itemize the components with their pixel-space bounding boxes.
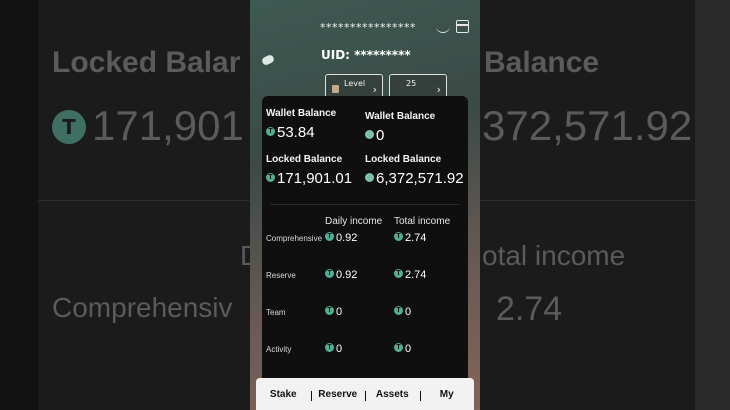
- backdrop-divider-left: [38, 200, 250, 201]
- wallet-balance-label: Wallet Balance: [266, 108, 337, 119]
- daily-income-header: Daily income: [325, 216, 383, 227]
- lock-icon: [332, 85, 339, 93]
- daily-income-reserve: T 0.92: [325, 268, 357, 281]
- screen: Locked Balar Balance T 171,901 372,571.9…: [0, 0, 730, 410]
- calendar-icon[interactable]: [456, 20, 469, 33]
- token-icon: [365, 172, 374, 182]
- row-label-activity: Activity: [266, 345, 292, 354]
- backdrop-locked-label-right: Balance: [484, 46, 600, 79]
- backdrop-total-value: 2.74: [496, 290, 563, 328]
- divider: [270, 204, 460, 205]
- daily-income-comprehensive: T 0.92: [325, 231, 357, 244]
- locked-balance-label: Locked Balance: [266, 154, 343, 165]
- usdt-icon: T: [266, 126, 275, 136]
- nav-stake[interactable]: Stake: [256, 389, 311, 400]
- daily-income-activity: T0: [325, 342, 342, 355]
- backdrop-locked-label-left: Locked Balar: [52, 46, 241, 79]
- locked-balance-label-2: Locked Balance: [365, 154, 442, 165]
- wallet-balance-other: 0: [365, 127, 384, 144]
- usdt-icon: T: [266, 172, 275, 182]
- row-label-comprehensive: Comprehensive: [266, 234, 323, 243]
- eye-closed-icon[interactable]: [436, 25, 450, 33]
- backdrop-total-fragment: otal income: [482, 240, 626, 271]
- level-label: Level: [344, 79, 366, 88]
- wallet-balance-usdt: T 53.84: [266, 124, 315, 141]
- days-label: 25: [406, 79, 417, 88]
- locked-balance-usdt: T 171,901.01: [266, 170, 352, 187]
- phone-screen: **************** UID: ********* Level › …: [250, 0, 480, 410]
- bottom-nav: Stake Reserve Assets My: [256, 378, 474, 410]
- total-income-comprehensive: T 2.74: [394, 231, 426, 244]
- row-label-team: Team: [266, 308, 286, 317]
- backdrop-divider-right: [480, 200, 695, 201]
- nav-assets[interactable]: Assets: [365, 389, 420, 401]
- daily-income-team: T0: [325, 305, 342, 318]
- chevron-right-icon: ›: [436, 83, 441, 96]
- chevron-right-icon: ›: [372, 83, 377, 96]
- avatar: [260, 53, 276, 67]
- nav-reserve[interactable]: Reserve: [310, 389, 366, 401]
- backdrop-value-right: 372,571.92: [482, 102, 693, 149]
- masked-account: ****************: [320, 21, 416, 34]
- backdrop-far-right: [695, 0, 730, 410]
- locked-balance-other: 6,372,571.92: [365, 170, 464, 187]
- total-income-team: T0: [394, 305, 411, 318]
- backdrop-coin-icon: T: [52, 110, 86, 144]
- token-icon: [365, 129, 374, 139]
- wallet-balance-label-2: Wallet Balance: [365, 111, 436, 122]
- balance-card: Wallet Balance T 53.84 Wallet Balance 0 L…: [262, 96, 468, 386]
- uid-label: UID: *********: [321, 48, 411, 62]
- total-income-reserve: T 2.74: [394, 268, 426, 281]
- backdrop-value-left: 171,901: [92, 102, 244, 149]
- nav-my[interactable]: My: [419, 389, 475, 401]
- row-label-reserve: Reserve: [266, 271, 296, 280]
- total-income-activity: T0: [394, 342, 411, 355]
- total-income-header: Total income: [394, 216, 451, 227]
- backdrop-comprehensive-fragment: Comprehensiv: [52, 292, 233, 323]
